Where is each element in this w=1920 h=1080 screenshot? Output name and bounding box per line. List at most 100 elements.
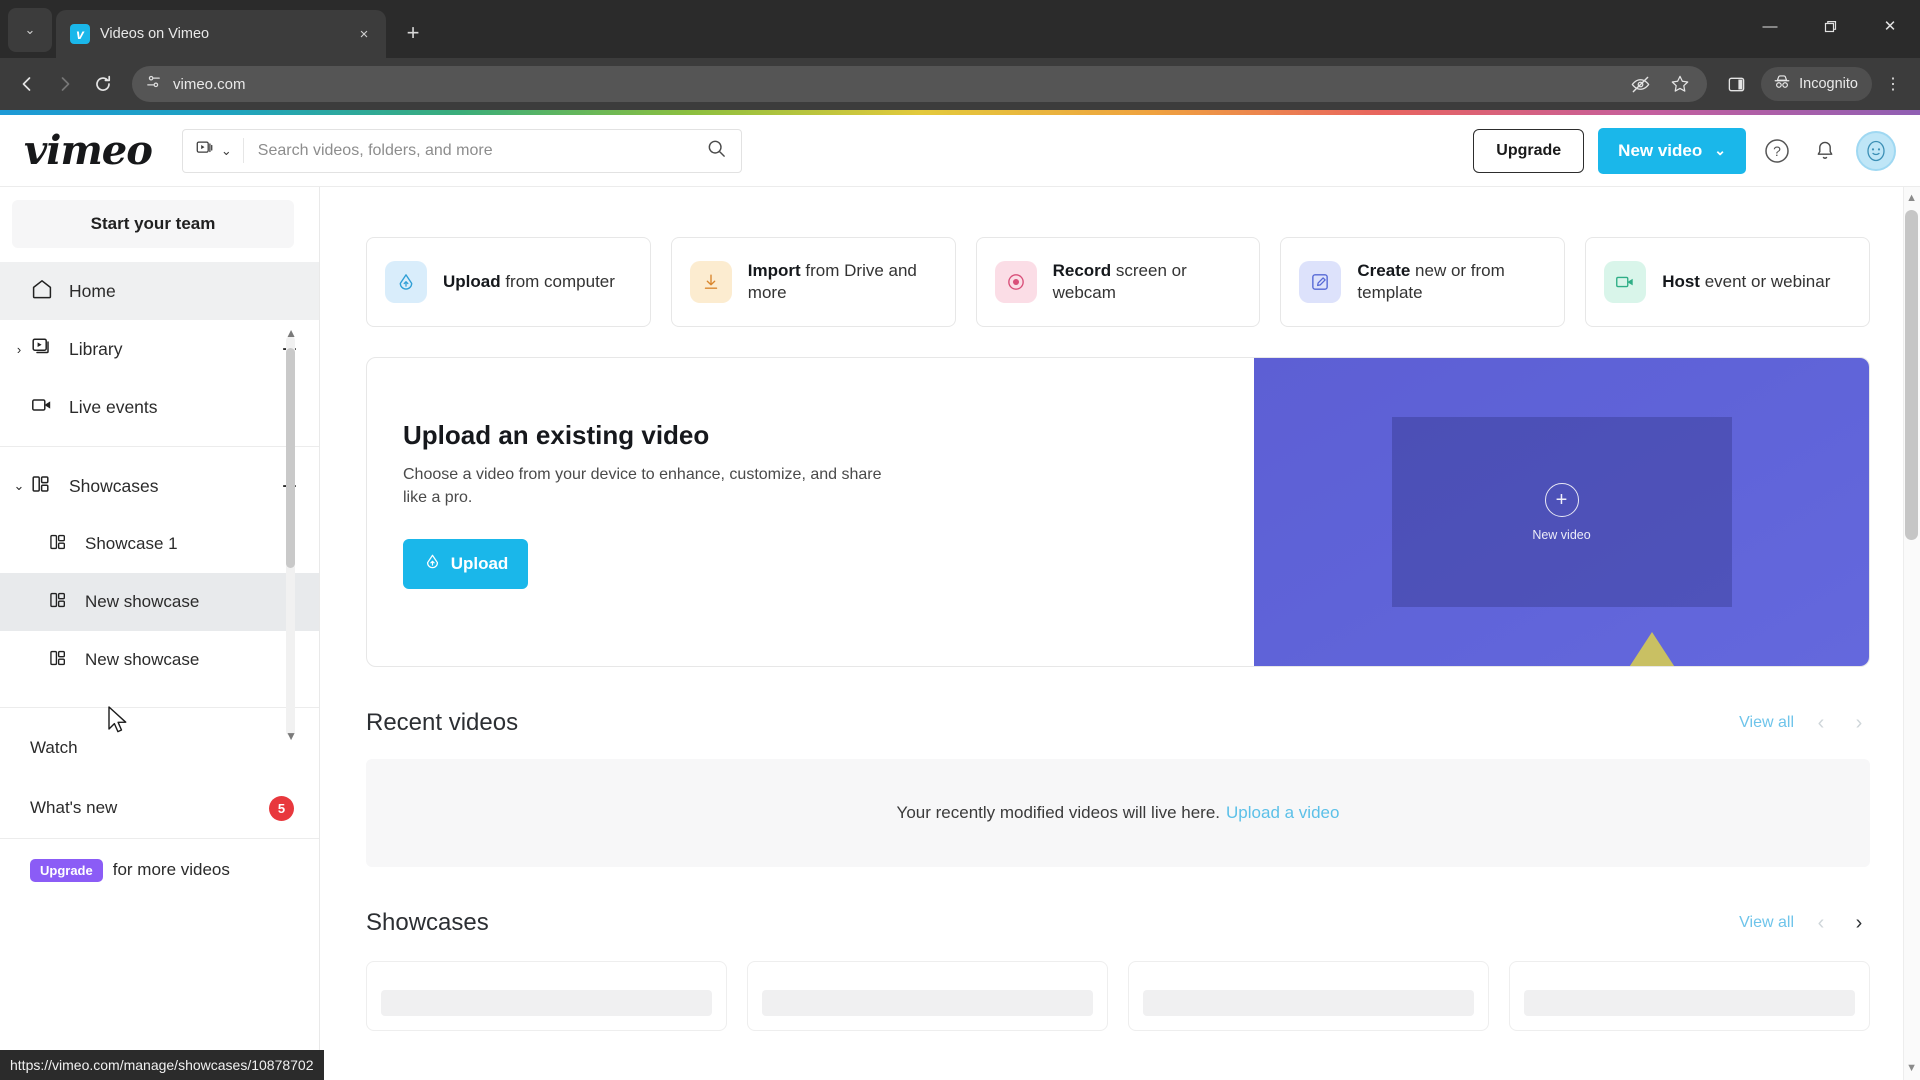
upgrade-chip[interactable]: Upgrade: [30, 858, 103, 882]
quick-card-record[interactable]: Record screen or webcam: [975, 237, 1261, 327]
omnibox-actions: [1623, 67, 1697, 101]
hero-art-label: New video: [1532, 527, 1591, 542]
sidebar-item-label: Watch: [30, 738, 78, 757]
video-filter-icon: [195, 138, 215, 163]
webinar-camera-icon: [1604, 261, 1647, 303]
view-all-link[interactable]: View all: [1739, 914, 1794, 932]
incognito-indicator[interactable]: Incognito: [1761, 67, 1872, 101]
quick-card-import[interactable]: Import from Drive and more: [670, 237, 956, 327]
sidebar-scroll-down-icon[interactable]: ▼: [285, 729, 297, 743]
search-bar[interactable]: ⌄: [181, 128, 742, 173]
quick-card-rest: event or webinar: [1699, 271, 1831, 291]
reload-icon[interactable]: [86, 67, 120, 101]
page-scrollbar-thumb[interactable]: [1905, 210, 1918, 540]
header-actions: Upgrade New video ⌄ ?: [1473, 127, 1896, 174]
hero-upload-label: Upload: [450, 554, 509, 574]
incognito-label: Incognito: [1799, 76, 1858, 92]
showcase-card-placeholder: [762, 990, 1093, 1016]
new-video-button[interactable]: New video ⌄: [1598, 127, 1746, 174]
quick-action-cards: Upload from computer Import from Drive a…: [366, 187, 1870, 327]
carousel-next-icon[interactable]: ›: [1848, 912, 1870, 935]
showcase-card[interactable]: [366, 961, 727, 1031]
chevron-down-icon: ⌄: [1714, 142, 1726, 158]
showcase-card[interactable]: [747, 961, 1108, 1031]
search-icon[interactable]: [706, 138, 727, 164]
sidebar-scrollbar-thumb[interactable]: [286, 348, 295, 568]
recent-videos-header: Recent videos View all ‹ ›: [366, 709, 1870, 737]
sidebar-showcase-item[interactable]: Showcase 1: [0, 515, 319, 573]
showcase-icon: [30, 472, 54, 501]
empty-state-text: Your recently modified videos will live …: [896, 803, 1221, 822]
sidebar-divider: [0, 446, 319, 447]
section-title: Recent videos: [366, 709, 519, 736]
maximize-icon: [1824, 20, 1836, 32]
search-type-selector[interactable]: ⌄: [195, 138, 244, 163]
sidebar-scroll-up-icon[interactable]: ▲: [285, 326, 297, 340]
vimeo-logo[interactable]: vimeo: [24, 130, 153, 171]
quick-card-text: Upload from computer: [443, 271, 615, 293]
showcase-card[interactable]: [1128, 961, 1489, 1031]
showcases-card-row: [366, 961, 1870, 1031]
view-all-link[interactable]: View all: [1739, 714, 1794, 732]
showcase-icon: [48, 647, 70, 674]
sidebar-upgrade-promo[interactable]: Upgrade for more videos: [0, 839, 319, 901]
page-scroll-up-icon[interactable]: ▲: [1906, 192, 1917, 204]
hero-artwork: + New video: [1254, 358, 1869, 666]
browser-tab[interactable]: v Videos on Vimeo ×: [56, 10, 386, 58]
start-your-team-button[interactable]: Start your team: [12, 200, 294, 248]
hero-upload-button[interactable]: Upload: [403, 539, 528, 590]
new-tab-button[interactable]: +: [396, 16, 430, 50]
sidebar-item-showcases[interactable]: ⌄ Showcases +: [0, 457, 319, 515]
record-dot-icon: [994, 261, 1037, 303]
minimize-button[interactable]: —: [1740, 0, 1800, 52]
sidebar-showcase-item[interactable]: New showcase: [0, 631, 319, 689]
url-text: vimeo.com: [173, 75, 246, 93]
bookmark-star-icon[interactable]: [1663, 67, 1697, 101]
window-controls: — ✕: [1740, 0, 1920, 52]
sidebar-item-label: Live events: [69, 396, 158, 417]
quick-card-bold: Upload: [443, 271, 501, 291]
mouse-cursor: [107, 706, 133, 743]
help-icon[interactable]: ?: [1760, 134, 1794, 168]
sidebar-showcase-item[interactable]: New showcase ⋮: [0, 573, 319, 631]
showcase-card[interactable]: [1509, 961, 1870, 1031]
page-settings-icon[interactable]: [144, 72, 163, 96]
search-input[interactable]: [243, 141, 706, 160]
browser-menu-icon[interactable]: ⋮: [1876, 67, 1910, 101]
home-icon: [30, 277, 54, 306]
quick-card-host[interactable]: Host event or webinar: [1585, 237, 1870, 327]
plus-circle-icon: +: [1544, 482, 1579, 517]
download-arrow-icon: [689, 261, 732, 303]
page-scroll-down-icon[interactable]: ▼: [1906, 1062, 1917, 1074]
tab-search-button[interactable]: ⌄: [8, 8, 52, 52]
close-tab-icon[interactable]: ×: [352, 22, 376, 46]
address-bar[interactable]: vimeo.com: [132, 66, 1708, 102]
side-panel-icon[interactable]: [1719, 67, 1753, 101]
sidebar-item-whats-new[interactable]: What's new 5: [0, 778, 319, 838]
sidebar-item-home[interactable]: Home: [0, 262, 319, 320]
sidebar-item-library[interactable]: › Library +: [0, 320, 319, 378]
vimeo-favicon-icon: v: [70, 24, 90, 44]
back-icon[interactable]: [10, 67, 44, 101]
carousel-next-icon[interactable]: ›: [1848, 712, 1870, 735]
carousel-prev-icon[interactable]: ‹: [1810, 712, 1832, 735]
avatar[interactable]: [1856, 130, 1896, 171]
chevron-down-icon[interactable]: ⌄: [10, 478, 28, 494]
close-window-button[interactable]: ✕: [1860, 0, 1920, 52]
sidebar-item-label: New showcase: [85, 650, 200, 669]
sidebar-item-watch[interactable]: Watch: [0, 718, 319, 778]
hero-description: Choose a video from your device to enhan…: [403, 466, 882, 507]
chevron-right-icon[interactable]: ›: [10, 342, 28, 357]
quick-card-create[interactable]: Create new or from template: [1280, 237, 1566, 327]
upgrade-button[interactable]: Upgrade: [1473, 128, 1585, 173]
tracking-protection-icon[interactable]: [1623, 67, 1657, 101]
upload-a-video-link[interactable]: Upload a video: [1226, 803, 1339, 823]
carousel-prev-icon[interactable]: ‹: [1810, 912, 1832, 935]
quick-card-upload[interactable]: Upload from computer: [366, 237, 651, 327]
sidebar-item-live-events[interactable]: Live events: [0, 378, 319, 436]
notification-bell-icon[interactable]: [1808, 134, 1842, 168]
maximize-button[interactable]: [1800, 0, 1860, 52]
quick-card-bold: Host: [1662, 271, 1700, 291]
new-video-label: New video: [1618, 140, 1703, 160]
create-edit-icon: [1299, 261, 1342, 303]
